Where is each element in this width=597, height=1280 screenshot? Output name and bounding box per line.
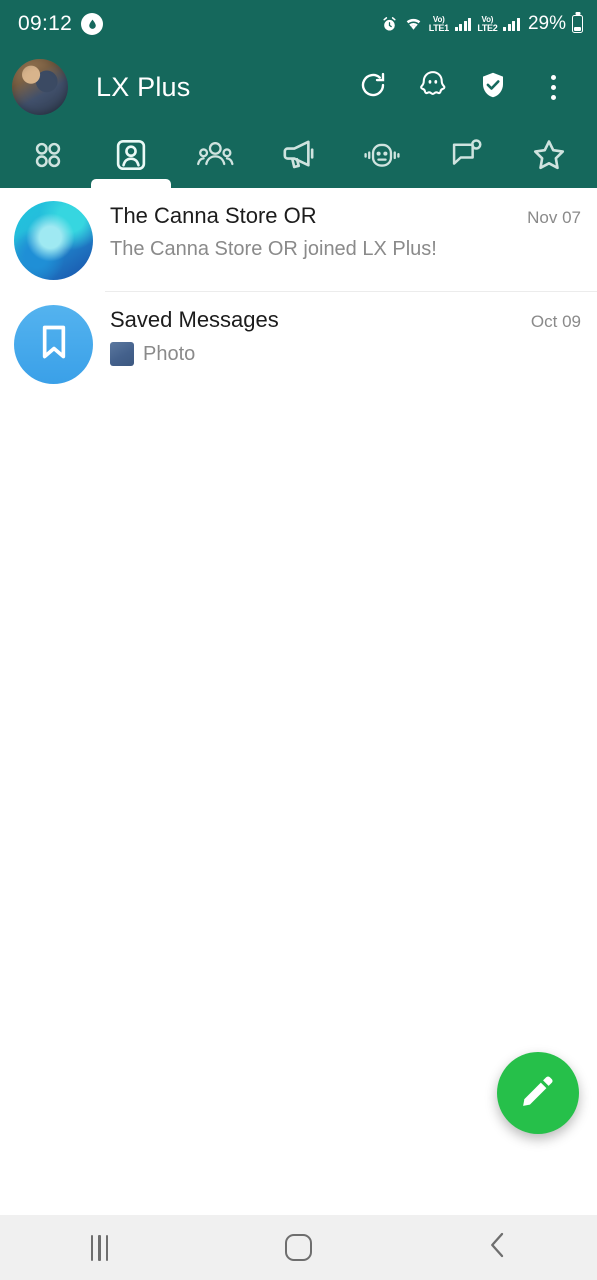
chat-title: Saved Messages bbox=[110, 307, 279, 332]
page-title: LX Plus bbox=[96, 71, 191, 102]
star-icon bbox=[530, 136, 568, 179]
tab-channels[interactable] bbox=[257, 126, 341, 188]
status-bar-right: Vo) LTE1 Vo) LTE2 29% bbox=[381, 13, 583, 35]
avatar[interactable] bbox=[12, 59, 68, 115]
grid-apps-icon bbox=[30, 137, 66, 178]
refresh-icon bbox=[358, 70, 388, 105]
list-item[interactable]: The Canna Store OR Nov 07 The Canna Stor… bbox=[0, 188, 597, 292]
app-header: LX Plus bbox=[0, 48, 597, 126]
pencil-icon bbox=[519, 1072, 557, 1115]
three-dots-icon bbox=[550, 74, 556, 100]
bookmark-icon bbox=[37, 322, 71, 367]
list-item-header: Saved Messages Oct 09 bbox=[110, 307, 581, 333]
sim2-signal-bars bbox=[503, 17, 520, 31]
recents-button[interactable] bbox=[0, 1215, 199, 1280]
home-icon bbox=[285, 1234, 312, 1261]
chat-title: The Canna Store OR bbox=[110, 203, 317, 228]
megaphone-icon bbox=[280, 136, 318, 179]
shield-check-icon bbox=[478, 70, 508, 105]
robot-icon bbox=[363, 136, 401, 179]
security-button[interactable] bbox=[463, 57, 523, 117]
back-button[interactable] bbox=[398, 1215, 597, 1280]
status-bar: 09:12 Vo) LTE1 Vo) LTE2 29% bbox=[0, 0, 597, 48]
tab-groups[interactable] bbox=[173, 126, 257, 188]
chat-date: Oct 09 bbox=[530, 312, 581, 331]
sim2-volte-indicator: Vo) LTE2 bbox=[477, 14, 498, 33]
tab-bar bbox=[0, 126, 597, 188]
wifi-icon bbox=[404, 16, 423, 32]
list-item-content: The Canna Store OR Nov 07 The Canna Stor… bbox=[110, 201, 581, 261]
app-root: 09:12 Vo) LTE1 Vo) LTE2 29% LX Plus The … bbox=[0, 0, 597, 1280]
chat-preview: Photo bbox=[110, 342, 581, 366]
ghost-icon bbox=[416, 68, 450, 107]
chat-list: The Canna Store OR Nov 07 The Canna Stor… bbox=[0, 188, 597, 396]
status-bar-left: 09:12 bbox=[18, 12, 104, 36]
battery-percent: 29% bbox=[527, 13, 566, 34]
avatar[interactable] bbox=[14, 201, 93, 280]
list-item[interactable]: Saved Messages Oct 09 Photo bbox=[0, 292, 597, 396]
chat-bubble-badge-icon bbox=[448, 137, 484, 178]
chat-preview-text: Photo bbox=[143, 342, 196, 365]
android-nav-bar bbox=[0, 1215, 597, 1280]
alarm-clock-icon bbox=[381, 16, 398, 33]
tab-bots[interactable] bbox=[340, 126, 424, 188]
status-clock: 09:12 bbox=[18, 12, 73, 35]
sim1-volte-indicator: Vo) LTE1 bbox=[428, 14, 449, 33]
tab-contacts[interactable] bbox=[90, 126, 174, 188]
contact-card-icon bbox=[112, 136, 150, 179]
back-icon bbox=[485, 1230, 511, 1265]
photo-thumbnail bbox=[110, 342, 134, 366]
home-button[interactable] bbox=[199, 1215, 398, 1280]
chat-preview-text: The Canna Store OR joined LX Plus! bbox=[110, 238, 437, 260]
chat-date: Nov 07 bbox=[527, 208, 581, 227]
droplet-icon bbox=[81, 13, 104, 35]
list-item-content: Saved Messages Oct 09 Photo bbox=[110, 305, 581, 366]
people-group-icon bbox=[196, 136, 234, 179]
avatar[interactable] bbox=[14, 305, 93, 384]
tab-chats[interactable] bbox=[424, 126, 508, 188]
tab-indicator bbox=[91, 179, 172, 188]
tab-apps[interactable] bbox=[6, 126, 90, 188]
header-actions bbox=[343, 57, 583, 117]
ghost-mode-button[interactable] bbox=[403, 57, 463, 117]
list-item-header: The Canna Store OR Nov 07 bbox=[110, 203, 581, 229]
refresh-button[interactable] bbox=[343, 57, 403, 117]
recents-icon bbox=[90, 1234, 109, 1261]
sim1-signal-bars bbox=[454, 17, 472, 31]
chat-preview: The Canna Store OR joined LX Plus! bbox=[110, 238, 581, 261]
overflow-menu-button[interactable] bbox=[523, 57, 583, 117]
tab-favorites[interactable] bbox=[507, 126, 591, 188]
battery-icon bbox=[572, 15, 583, 33]
compose-button[interactable] bbox=[497, 1052, 579, 1134]
